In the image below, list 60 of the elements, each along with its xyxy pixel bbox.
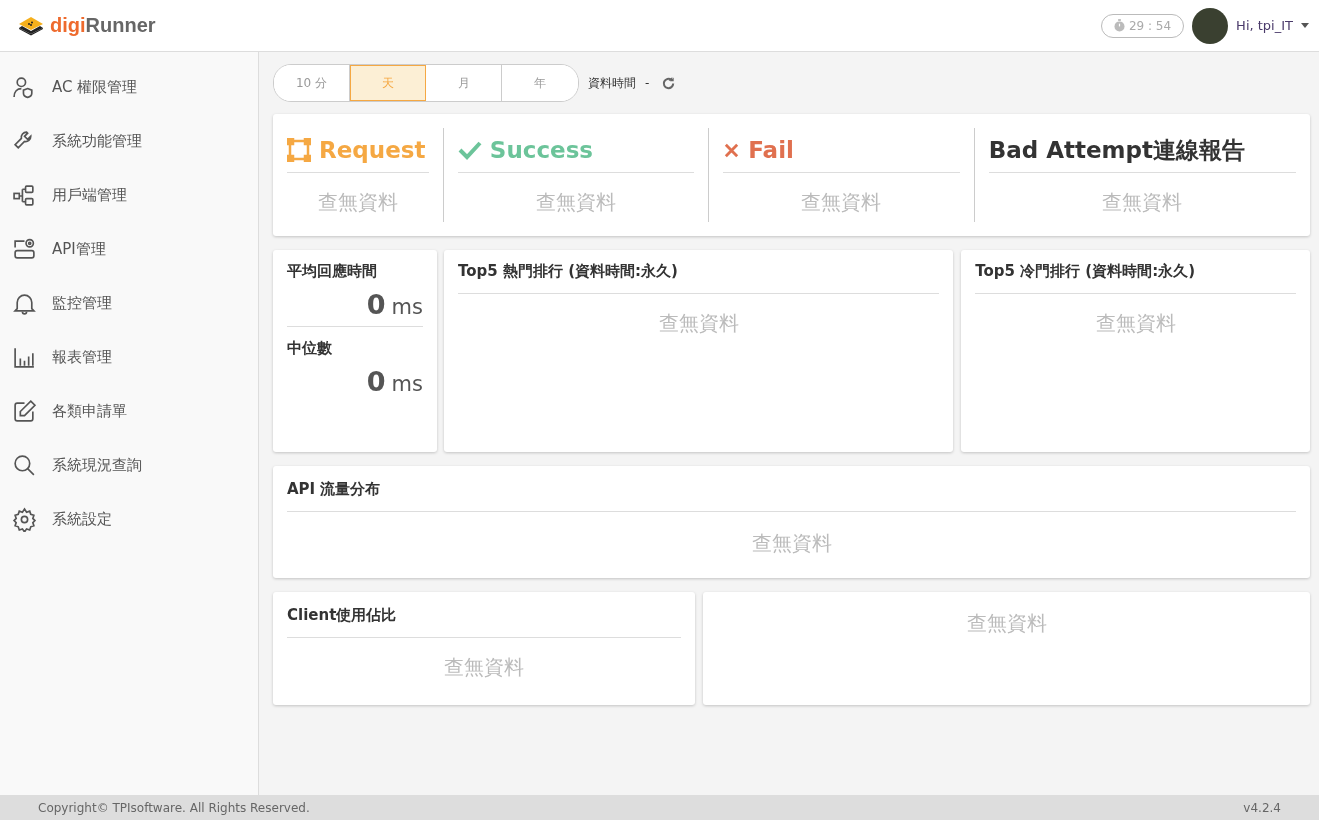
caret-icon [1301, 23, 1309, 28]
card-title: Top5 冷門排行 (資料時間:永久) [975, 262, 1296, 294]
sidebar-label: AC 權限管理 [52, 77, 138, 97]
frame-icon [287, 138, 311, 162]
latency-value: 0 [366, 289, 386, 320]
latency-unit: ms [391, 295, 423, 319]
data-time-label: 資料時間 [588, 74, 636, 92]
sidebar-item[interactable]: 系統設定 [0, 492, 258, 546]
card-title: Client使用佔比 [287, 606, 681, 638]
sidebar-label: 報表管理 [52, 347, 112, 367]
data-time-value: - [645, 76, 650, 90]
stat-title: Bad Attempt連線報告 [988, 135, 1245, 165]
cross-icon [723, 141, 741, 159]
sidebar-label: 各類申請單 [52, 401, 127, 421]
sidebar-label: 系統現況查詢 [52, 455, 142, 475]
stat-title: Fail [748, 137, 794, 163]
refresh-icon[interactable] [661, 75, 677, 91]
no-data-text: 查無資料 [535, 189, 618, 216]
user-menu[interactable]: Hi, tpi_IT [1236, 18, 1309, 33]
latency-label: 中位數 [287, 339, 333, 358]
hierarchy-icon [12, 182, 37, 208]
card-title: API 流量分布 [287, 480, 1296, 512]
timer-text: 29 : 54 [1128, 18, 1172, 33]
stat-title: Request [319, 137, 426, 163]
sidebar-label: 用戶端管理 [52, 185, 127, 205]
no-data-text: 查無資料 [800, 189, 883, 216]
sidebar-item[interactable]: 監控管理 [0, 276, 258, 330]
sidebar-item[interactable]: AC 權限管理 [0, 60, 258, 114]
sidebar-label: 系統功能管理 [52, 131, 142, 151]
no-data-text: 查無資料 [657, 310, 740, 337]
sidebar-label: 監控管理 [52, 293, 112, 313]
sidebar-item[interactable]: API管理 [0, 222, 258, 276]
search-icon [12, 452, 37, 478]
latency-unit: ms [391, 372, 423, 396]
avatar[interactable] [1192, 7, 1229, 44]
latency-value: 0 [366, 366, 386, 397]
sidebar-item[interactable]: 報表管理 [0, 330, 258, 384]
sidebar-item[interactable]: 系統功能管理 [0, 114, 258, 168]
sidebar-label: API管理 [52, 239, 106, 259]
no-data-text: 查無資料 [965, 610, 1048, 637]
sidebar-item[interactable]: 用戶端管理 [0, 168, 258, 222]
settings-icon [12, 506, 37, 532]
no-data-text: 查無資料 [750, 530, 833, 557]
server-icon [12, 236, 37, 262]
edit-icon [12, 398, 37, 424]
card-title: Top5 熱門排行 (資料時間:永久) [458, 262, 940, 294]
stat-title: Success [489, 137, 594, 163]
version-text: v4.2.4 [1243, 800, 1281, 815]
sidebar-item[interactable]: 各類申請單 [0, 384, 258, 438]
stopwatch-icon [1113, 19, 1125, 32]
sidebar-label: 系統設定 [52, 509, 112, 529]
logo-text: digiRunner [50, 14, 156, 37]
sidebar-item[interactable]: 系統現況查詢 [0, 438, 258, 492]
no-data-text: 查無資料 [1101, 189, 1184, 216]
no-data-text: 查無資料 [316, 189, 399, 216]
no-data-text: 查無資料 [1094, 310, 1177, 337]
latency-label: 平均回應時間 [287, 262, 378, 281]
no-data-text: 查無資料 [443, 654, 525, 681]
logo-icon [18, 15, 44, 36]
copyright-text: Copyright© TPIsoftware. All Rights Reserved. [38, 800, 310, 815]
